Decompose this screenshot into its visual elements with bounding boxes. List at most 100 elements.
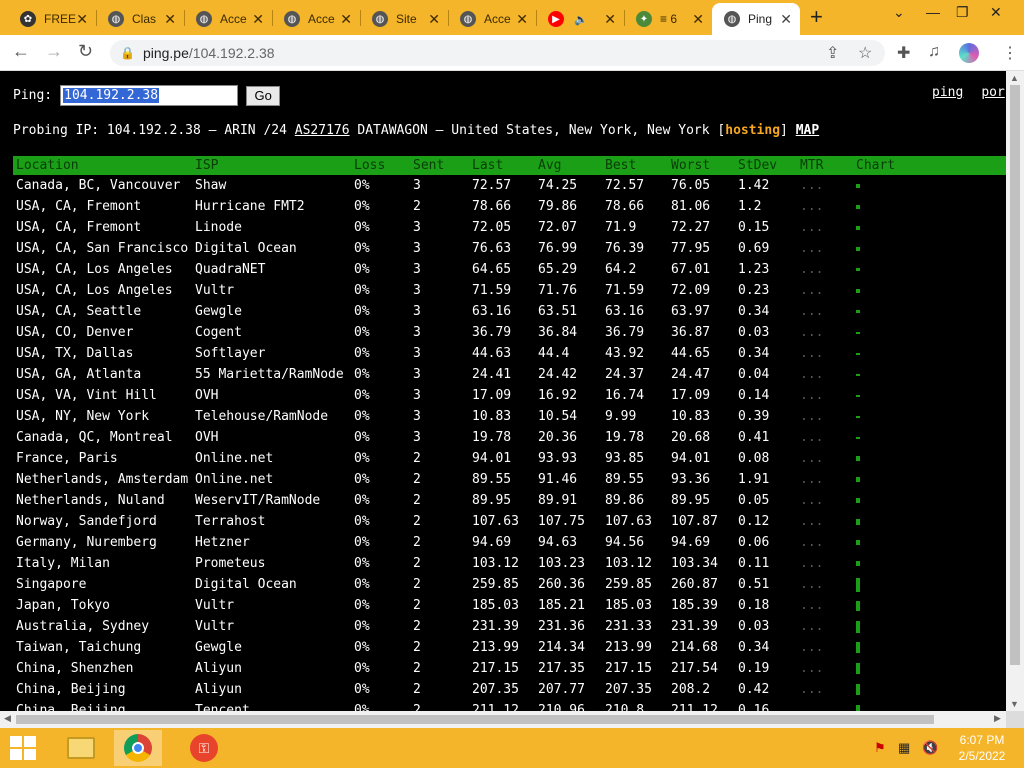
- ping-input[interactable]: 104.192.2.38: [60, 85, 239, 106]
- header-location[interactable]: Location: [13, 156, 192, 175]
- mtr-link[interactable]: ...: [797, 385, 853, 406]
- forward-icon[interactable]: →: [45, 41, 63, 62]
- cell-isp: QuadraNET: [195, 262, 266, 277]
- mtr-link[interactable]: ...: [797, 364, 853, 385]
- extensions-icon[interactable]: ✚: [897, 43, 910, 63]
- chrome-taskbar-button[interactable]: [114, 730, 162, 766]
- bookmark-star-icon[interactable]: ☆: [858, 43, 872, 63]
- share-icon[interactable]: ⇪: [826, 43, 839, 63]
- cell-last: 64.65: [472, 262, 512, 277]
- header-avg[interactable]: Avg: [535, 156, 602, 175]
- header-isp[interactable]: ISP: [192, 156, 351, 175]
- mtr-link[interactable]: ...: [797, 196, 853, 217]
- horizontal-scroll-thumb[interactable]: [16, 715, 934, 724]
- maximize-icon[interactable]: ❐: [956, 4, 969, 21]
- mtr-link[interactable]: ...: [797, 574, 853, 595]
- windows-start-icon[interactable]: [10, 736, 38, 760]
- close-tab-icon[interactable]: ✕: [780, 11, 792, 28]
- map-link[interactable]: MAP: [796, 123, 819, 138]
- media-control-icon[interactable]: ♫: [928, 43, 940, 61]
- mtr-link[interactable]: ...: [797, 658, 853, 679]
- mtr-link[interactable]: ...: [797, 553, 853, 574]
- close-tab-icon[interactable]: ✕: [164, 11, 176, 28]
- mtr-link[interactable]: ...: [797, 469, 853, 490]
- asn-link[interactable]: AS27176: [295, 123, 350, 138]
- mtr-link[interactable]: ...: [797, 679, 853, 700]
- close-tab-icon[interactable]: ✕: [428, 11, 440, 28]
- vertical-scrollbar[interactable]: ▲ ▼: [1006, 71, 1024, 711]
- browser-tab[interactable]: ◍ Acce ✕: [272, 3, 360, 35]
- new-tab-button[interactable]: +: [810, 4, 823, 30]
- browser-tab[interactable]: ◍ Acce ✕: [184, 3, 272, 35]
- browser-tab[interactable]: ✦ ≡ 6 ✕: [624, 3, 712, 35]
- close-tab-icon[interactable]: ✕: [516, 11, 528, 28]
- mtr-link[interactable]: ...: [797, 511, 853, 532]
- close-tab-icon[interactable]: ✕: [76, 11, 88, 28]
- mtr-link[interactable]: ...: [797, 280, 853, 301]
- file-explorer-button[interactable]: [57, 730, 105, 766]
- minimize-icon[interactable]: —: [926, 4, 940, 20]
- profile-avatar[interactable]: [959, 43, 979, 63]
- back-icon[interactable]: ←: [12, 41, 30, 62]
- port-link[interactable]: por: [981, 85, 1004, 100]
- mtr-link[interactable]: ...: [797, 322, 853, 343]
- mtr-link[interactable]: ...: [797, 595, 853, 616]
- volume-muted-icon[interactable]: 🔇: [922, 740, 938, 756]
- scroll-right-icon[interactable]: ▶: [994, 713, 1001, 724]
- address-bar[interactable]: 🔒 ping.pe/104.192.2.38: [110, 40, 885, 66]
- header-last[interactable]: Last: [469, 156, 535, 175]
- mtr-link[interactable]: ...: [797, 427, 853, 448]
- mtr-link[interactable]: ...: [797, 217, 853, 238]
- header-stdev[interactable]: StDev: [735, 156, 797, 175]
- vpn-taskbar-button[interactable]: ⚿: [180, 730, 228, 766]
- system-clock[interactable]: 6:07 PM 2/5/2022: [952, 732, 1012, 764]
- ping-link[interactable]: ping: [932, 85, 963, 100]
- network-icon[interactable]: ▦: [898, 740, 910, 756]
- browser-tab[interactable]: ◍ Clas ✕: [96, 3, 184, 35]
- close-window-icon[interactable]: ✕: [990, 4, 1002, 21]
- header-best[interactable]: Best: [602, 156, 668, 175]
- browser-tab[interactable]: ◍ Site ✕: [360, 3, 448, 35]
- close-tab-icon[interactable]: ✕: [252, 11, 264, 28]
- header-sent[interactable]: Sent: [410, 156, 469, 175]
- cell-loss: 0%: [354, 220, 370, 235]
- go-button[interactable]: Go: [246, 85, 281, 106]
- cell-stdev: 1.91: [738, 472, 770, 487]
- header-worst[interactable]: Worst: [668, 156, 735, 175]
- close-tab-icon[interactable]: ✕: [340, 11, 352, 28]
- header-mtr[interactable]: MTR: [797, 156, 853, 175]
- mtr-link[interactable]: ...: [797, 490, 853, 511]
- mtr-link[interactable]: ...: [797, 616, 853, 637]
- vertical-scroll-thumb[interactable]: [1010, 85, 1020, 665]
- mtr-link[interactable]: ...: [797, 700, 853, 711]
- action-center-flag-icon[interactable]: ⚑: [874, 740, 886, 756]
- close-tab-icon[interactable]: ✕: [692, 11, 704, 28]
- header-loss[interactable]: Loss: [351, 156, 410, 175]
- scroll-left-icon[interactable]: ◀: [4, 713, 11, 724]
- menu-kebab-icon[interactable]: ⋮: [1002, 43, 1018, 63]
- mtr-link[interactable]: ...: [797, 301, 853, 322]
- tab-search-icon[interactable]: ⌄: [893, 4, 905, 21]
- scroll-down-icon[interactable]: ▼: [1010, 699, 1019, 709]
- lock-icon[interactable]: 🔒: [120, 46, 135, 60]
- reload-icon[interactable]: ↻: [78, 41, 93, 62]
- mtr-link[interactable]: ...: [797, 238, 853, 259]
- browser-tab[interactable]: ✿ FREE ✕: [8, 3, 96, 35]
- mtr-link[interactable]: ...: [797, 637, 853, 658]
- mtr-link[interactable]: ...: [797, 259, 853, 280]
- scroll-up-icon[interactable]: ▲: [1010, 73, 1019, 83]
- mtr-link[interactable]: ...: [797, 406, 853, 427]
- browser-tab[interactable]: ▶ 🔈 ✕: [536, 3, 624, 35]
- cell-sent: 2: [413, 661, 421, 676]
- mtr-link[interactable]: ...: [797, 532, 853, 553]
- mtr-link[interactable]: ...: [797, 448, 853, 469]
- close-tab-icon[interactable]: ✕: [604, 11, 616, 28]
- mtr-link[interactable]: ...: [797, 343, 853, 364]
- horizontal-scrollbar[interactable]: ◀ ▶: [0, 711, 1006, 728]
- browser-tab[interactable]: ◍ Ping ✕: [712, 3, 800, 35]
- cell-sent: 2: [413, 682, 421, 697]
- tab-audio-icon[interactable]: 🔈: [574, 13, 588, 26]
- mtr-link[interactable]: ...: [797, 175, 853, 196]
- header-chart[interactable]: Chart: [853, 156, 1006, 175]
- browser-tab[interactable]: ◍ Acce ✕: [448, 3, 536, 35]
